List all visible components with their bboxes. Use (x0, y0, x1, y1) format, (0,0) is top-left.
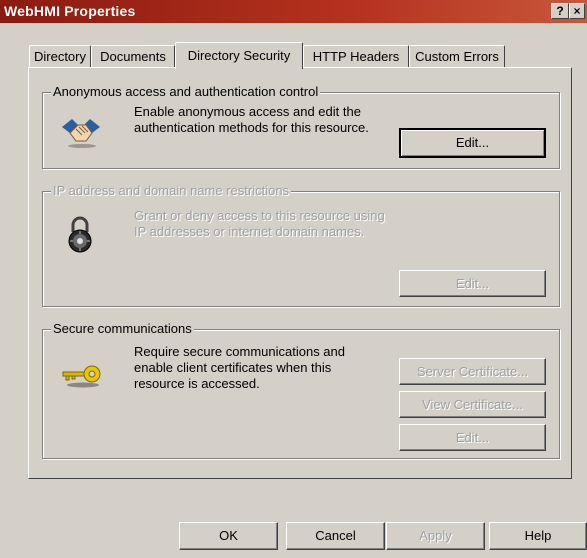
close-button[interactable]: × (569, 3, 585, 19)
ip-restrictions-group: IP address and domain name restrictions … (42, 183, 560, 307)
secure-edit-button[interactable]: Edit... (399, 424, 546, 451)
secure-communications-group: Secure communications Require secure com… (42, 321, 560, 459)
key-icon (62, 365, 101, 388)
tab-directory[interactable]: Directory (29, 45, 91, 68)
tab-strip: Directory Documents Directory Security H… (0, 42, 587, 69)
ip-edit-button[interactable]: Edit... (399, 270, 546, 297)
handshake-icon (62, 119, 100, 148)
padlock-icon (68, 216, 92, 253)
tab-documents[interactable]: Documents (91, 45, 175, 68)
cancel-button[interactable]: Cancel (286, 522, 385, 550)
tab-http-headers[interactable]: HTTP Headers (303, 45, 409, 68)
help-button[interactable]: ? (551, 3, 569, 19)
apply-button[interactable]: Apply (386, 522, 485, 550)
secure-communications-description: Require secure communications and enable… (134, 344, 345, 391)
ip-restrictions-description: Grant or deny access to this resource us… (134, 208, 385, 239)
anonymous-access-group: Anonymous access and authentication cont… (42, 84, 560, 169)
ok-button[interactable]: OK (179, 522, 278, 550)
tab-directory-security[interactable]: Directory Security (175, 42, 303, 69)
ip-restrictions-legend: IP address and domain name restrictions (51, 183, 292, 198)
tab-custom-errors[interactable]: Custom Errors (409, 45, 505, 68)
window-title: WebHMI Properties (4, 3, 136, 19)
anonymous-access-description: Enable anonymous access and edit the aut… (134, 104, 369, 135)
anonymous-access-legend: Anonymous access and authentication cont… (51, 84, 321, 99)
secure-communications-legend: Secure communications (51, 321, 194, 336)
server-certificate-button[interactable]: Server Certificate... (399, 358, 546, 385)
help-footer-button[interactable]: Help (489, 522, 587, 550)
anonymous-edit-button[interactable]: Edit... (399, 128, 546, 158)
title-bar: WebHMI Properties ? × (0, 0, 587, 23)
directory-security-panel: Anonymous access and authentication cont… (28, 67, 572, 479)
view-certificate-button[interactable]: View Certificate... (399, 391, 546, 418)
